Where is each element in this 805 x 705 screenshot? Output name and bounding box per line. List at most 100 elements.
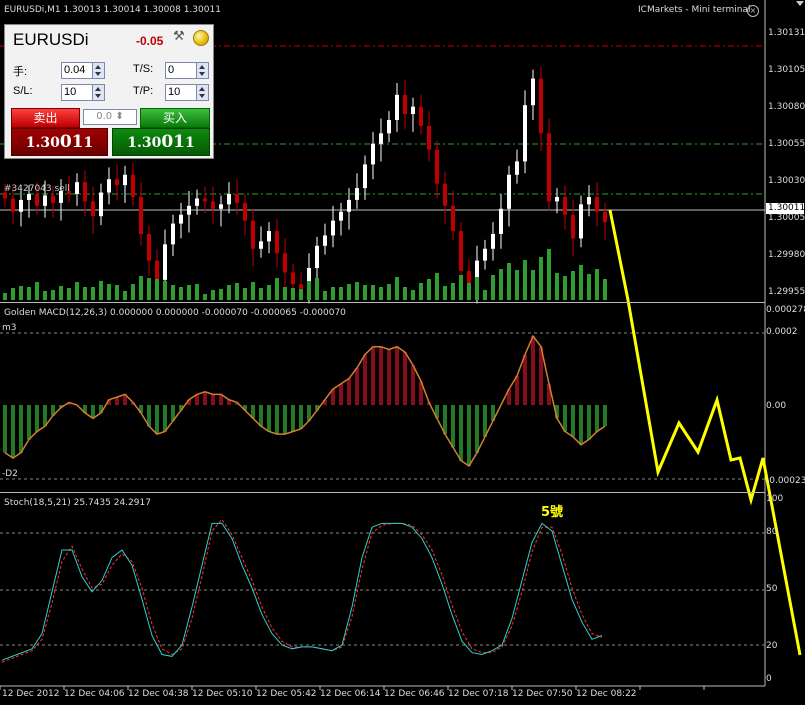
spin-arrows-icon[interactable] bbox=[92, 85, 104, 100]
stoch-tick: 0 bbox=[766, 674, 772, 684]
price-tick: 1.30105 bbox=[768, 65, 805, 75]
buy-price-part: 1.30 bbox=[127, 135, 162, 151]
candle-body bbox=[131, 174, 135, 197]
macd-histogram-bar bbox=[283, 405, 287, 435]
volume-bar bbox=[307, 281, 311, 300]
mt4-chart-window[interactable]: EURUSDi,M1 1.30013 1.30014 1.30008 1.300… bbox=[0, 0, 805, 705]
candle-body bbox=[531, 78, 535, 106]
buy-price-fraction: 1 bbox=[185, 135, 195, 151]
volume-bar bbox=[523, 260, 527, 300]
volume-bar bbox=[75, 282, 79, 300]
volume-bar bbox=[355, 282, 359, 300]
slippage-field[interactable]: 0.0 ⬍ bbox=[83, 109, 137, 125]
stop-loss-stepper[interactable]: 10 bbox=[61, 84, 105, 101]
scroll-down-icon[interactable] bbox=[796, 1, 804, 6]
volume-bar bbox=[411, 290, 415, 300]
sell-button[interactable]: 卖出 bbox=[11, 108, 80, 128]
stoch-tick: 100 bbox=[766, 494, 784, 504]
chart-title: EURUSDi,M1 1.30013 1.30014 1.30008 1.300… bbox=[4, 5, 221, 15]
volume-bar bbox=[331, 287, 335, 300]
sell-price-button[interactable]: 1.30011 bbox=[11, 128, 108, 156]
take-profit-stepper[interactable]: 10 bbox=[165, 84, 209, 101]
candle-body bbox=[27, 194, 31, 200]
volume-bar bbox=[99, 281, 103, 300]
spin-arrows-icon[interactable] bbox=[92, 63, 104, 78]
macd-histogram-bar bbox=[259, 405, 263, 427]
volume-bar bbox=[387, 284, 391, 300]
volume-bar bbox=[587, 274, 591, 300]
lots-stepper[interactable]: 0.04 bbox=[61, 62, 105, 79]
candle-body bbox=[459, 231, 463, 271]
volume-bar bbox=[299, 289, 303, 300]
sell-price-fraction: 1 bbox=[83, 135, 94, 151]
tools-icon[interactable]: ⚒ bbox=[173, 29, 191, 47]
mini-terminal-panel[interactable]: EURUSDi -0.05 ⚒ 手: 0.04 T/S: 0 S/L: 10 T… bbox=[4, 24, 214, 159]
trailing-stop-stepper[interactable]: 0 bbox=[165, 62, 209, 79]
macd-histogram-bar bbox=[363, 354, 367, 405]
volume-bar bbox=[123, 291, 127, 300]
stoch-signal-line bbox=[1, 518, 603, 663]
candle-body bbox=[19, 199, 23, 212]
pane-separator[interactable] bbox=[0, 302, 765, 303]
candle-body bbox=[483, 248, 487, 261]
volume-bar bbox=[483, 290, 487, 300]
macd-histogram-bar bbox=[459, 405, 463, 461]
candle-body bbox=[387, 120, 391, 134]
candle-body bbox=[203, 198, 207, 202]
candle-body bbox=[43, 195, 47, 206]
candle-body bbox=[587, 196, 591, 205]
tp-label: T/P: bbox=[133, 85, 154, 97]
candle-body bbox=[547, 133, 551, 202]
macd-histogram-bar bbox=[563, 405, 567, 432]
time-tick: 12 Dec 07:50 bbox=[512, 689, 573, 699]
volume-bar bbox=[243, 288, 247, 300]
volume-bar bbox=[163, 281, 167, 300]
time-tick: 12 Dec 06:46 bbox=[384, 689, 445, 699]
macd-histogram-bar bbox=[3, 405, 7, 453]
time-tick: 12 Dec 05:10 bbox=[192, 689, 253, 699]
volume-bar bbox=[419, 283, 423, 300]
volume-bar bbox=[155, 279, 159, 300]
volume-bar bbox=[571, 271, 575, 300]
candle-body bbox=[419, 106, 423, 126]
volume-bar bbox=[59, 286, 63, 300]
candle-body bbox=[291, 272, 295, 285]
candle-body bbox=[51, 195, 55, 203]
candle-body bbox=[91, 201, 95, 217]
macd-histogram-bar bbox=[203, 391, 207, 405]
volume-bar bbox=[35, 282, 39, 300]
macd-tick: 0.00 bbox=[766, 401, 787, 411]
volume-bar bbox=[547, 249, 551, 300]
volume-bar bbox=[459, 275, 463, 300]
spin-arrows-icon[interactable] bbox=[196, 85, 208, 100]
volume-bar bbox=[531, 270, 535, 300]
volume-bar bbox=[67, 288, 71, 300]
volume-bar bbox=[579, 265, 583, 300]
candle-body bbox=[347, 199, 351, 212]
buy-button[interactable]: 买入 bbox=[140, 108, 210, 128]
volume-bar bbox=[451, 283, 455, 300]
time-tick: 12 Dec 06:14 bbox=[320, 689, 381, 699]
price-tick: 1.30005 bbox=[768, 213, 805, 223]
volume-bar bbox=[187, 285, 191, 300]
candle-body bbox=[595, 196, 599, 212]
price-tick: 1.30055 bbox=[768, 139, 805, 149]
coin-icon[interactable] bbox=[193, 30, 209, 46]
volume-bar bbox=[315, 278, 319, 300]
spin-arrows-icon[interactable] bbox=[196, 63, 208, 78]
volume-bar bbox=[563, 276, 567, 300]
close-icon[interactable]: × bbox=[747, 5, 759, 17]
macd-histogram-bar bbox=[275, 405, 279, 435]
candle-body bbox=[403, 94, 407, 115]
candle-body bbox=[99, 192, 103, 217]
macd-histogram-bar bbox=[451, 405, 455, 448]
volume-bar bbox=[427, 279, 431, 300]
buy-price-button[interactable]: 1.30011 bbox=[112, 128, 210, 156]
pane-separator[interactable] bbox=[0, 492, 765, 493]
volume-bar bbox=[203, 294, 207, 300]
volume-bar bbox=[347, 284, 351, 300]
candle-body bbox=[219, 204, 223, 209]
lots-label: 手: bbox=[13, 66, 28, 78]
candle-body bbox=[211, 201, 215, 209]
terminal-title: ICMarkets - Mini terminal bbox=[638, 5, 751, 15]
